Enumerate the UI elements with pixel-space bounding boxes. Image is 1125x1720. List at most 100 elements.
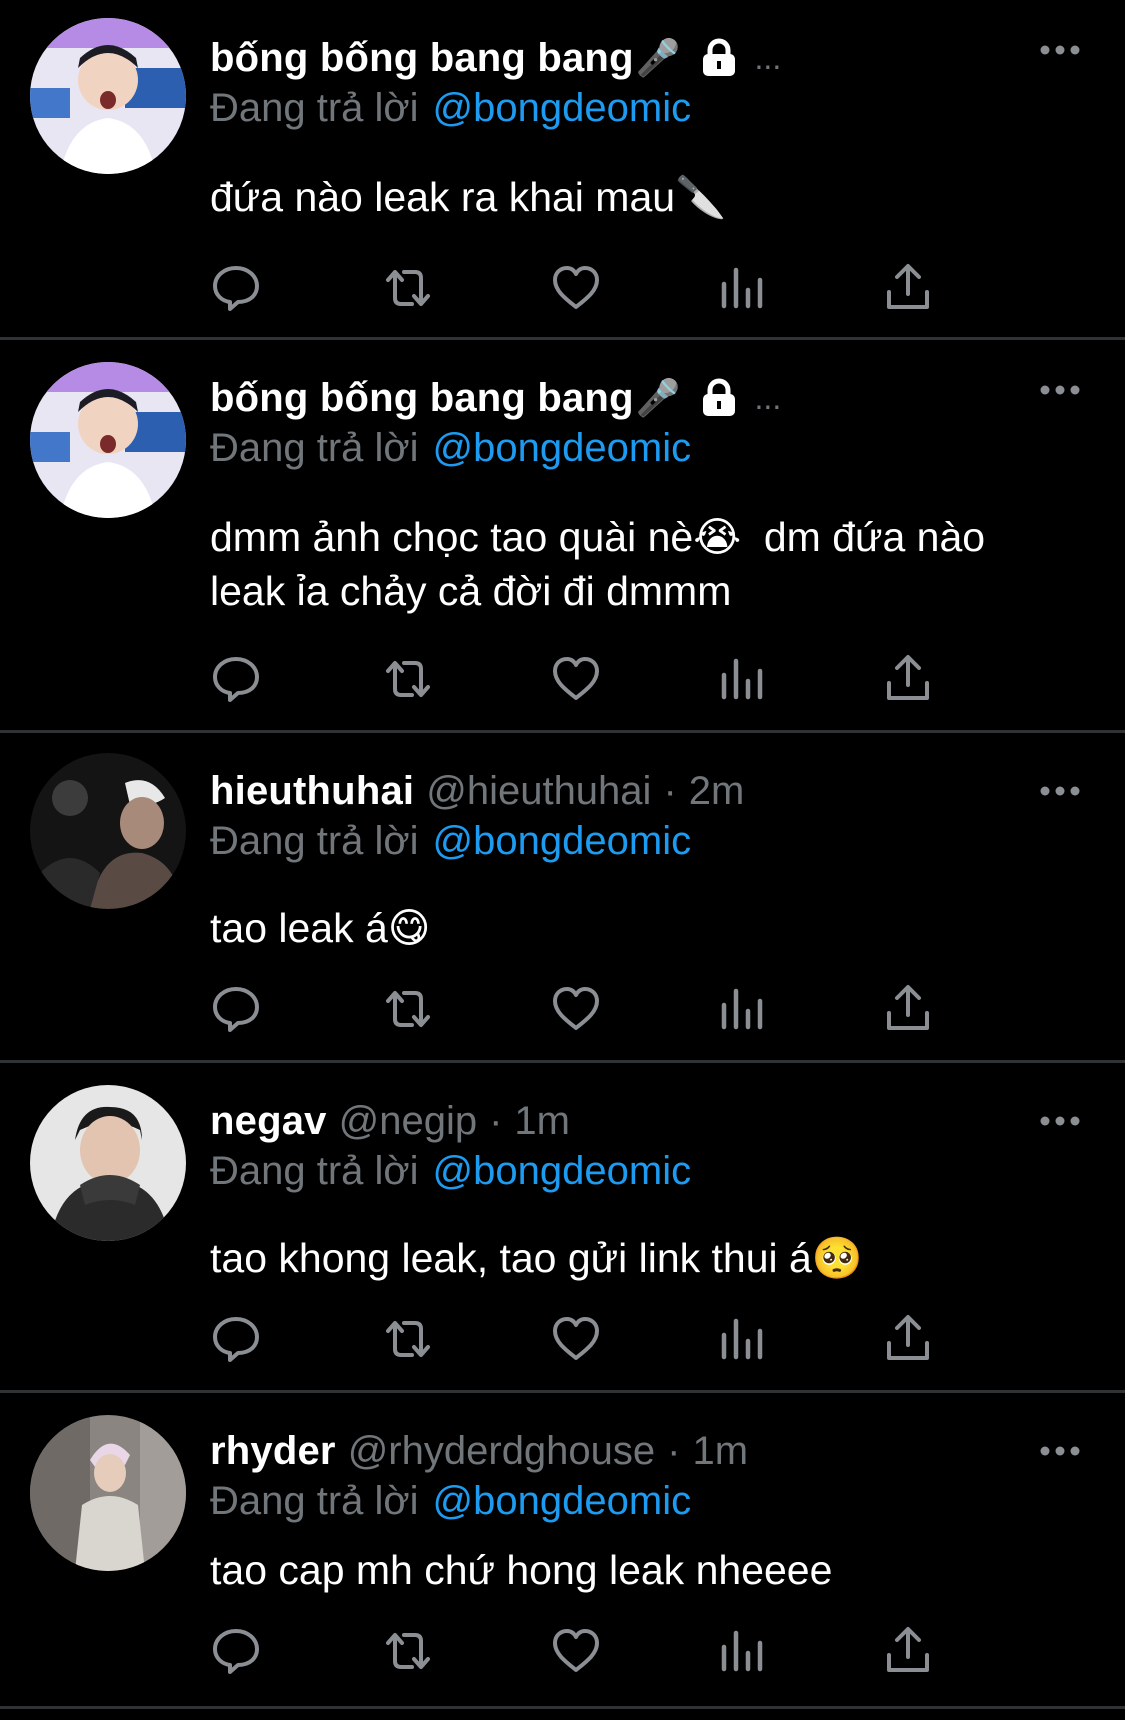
tweet[interactable]: hieuthuhai @hieuthuhai · 2m Đang trả lời… (0, 733, 1125, 1063)
reply-prefix: Đang trả lời (210, 86, 419, 130)
avatar-image (30, 753, 186, 909)
separator-dot: · (663, 768, 677, 813)
reply-button[interactable] (210, 262, 262, 314)
tweet[interactable]: negav @negip · 1m Đang trả lời @bongdeomi… (0, 1063, 1125, 1393)
user-handle[interactable]: @hieuthuhai (426, 769, 651, 814)
avatar[interactable] (30, 753, 186, 909)
avatar[interactable] (30, 362, 186, 518)
share-icon (887, 655, 929, 700)
display-name[interactable]: hieuthuhai (210, 769, 414, 814)
like-button[interactable] (550, 983, 602, 1035)
reply-button[interactable] (210, 983, 262, 1035)
separator-dot: · (667, 1428, 681, 1473)
more-icon[interactable] (1040, 1446, 1080, 1456)
action-bar (210, 1625, 1010, 1677)
avatar[interactable] (30, 1415, 186, 1571)
share-icon (887, 1315, 929, 1360)
reply-button[interactable] (210, 653, 262, 705)
display-name[interactable]: bống bống bang bang (210, 36, 634, 81)
avatar[interactable] (30, 1085, 186, 1241)
retweet-button[interactable] (382, 983, 434, 1035)
retweet-button[interactable] (382, 1625, 434, 1677)
reply-handle-link[interactable]: @bongdeomic (433, 819, 692, 863)
heart-icon (553, 1317, 599, 1360)
display-name[interactable]: bống bống bang bang (210, 376, 634, 421)
tweet[interactable]: rhyder @rhyderdghouse · 1m Đang trả lời @… (0, 1393, 1125, 1709)
reply-icon (213, 987, 259, 1032)
reply-prefix: Đang trả lời (210, 426, 419, 470)
share-button[interactable] (882, 262, 934, 314)
user-handle[interactable]: @rhyderdghouse (348, 1429, 655, 1474)
reply-icon (213, 1629, 259, 1674)
share-button[interactable] (882, 1313, 934, 1365)
analytics-icon (721, 267, 763, 309)
share-button[interactable] (882, 653, 934, 705)
like-button[interactable] (550, 1625, 602, 1677)
retweet-icon (386, 1633, 430, 1669)
reply-button[interactable] (210, 1313, 262, 1365)
share-button[interactable] (882, 983, 934, 1035)
retweet-button[interactable] (382, 653, 434, 705)
like-button[interactable] (550, 653, 602, 705)
reply-handle-link[interactable]: @bongdeomic (433, 426, 692, 470)
reply-context: Đang trả lời @bongdeomic (210, 819, 691, 864)
share-button[interactable] (882, 1625, 934, 1677)
analytics-icon (721, 658, 763, 700)
reply-prefix: Đang trả lời (210, 819, 419, 863)
tweet-text: tao khong leak, tao gửi link thui á🥺 (210, 1235, 863, 1281)
user-handle[interactable]: @negip (339, 1099, 477, 1144)
views-button[interactable] (716, 1313, 768, 1365)
avatar-image (30, 362, 186, 518)
analytics-icon (721, 1630, 763, 1672)
microphone-emoji: 🎤 (635, 377, 681, 418)
views-button[interactable] (716, 262, 768, 314)
reply-icon (213, 657, 259, 702)
more-icon[interactable] (1040, 385, 1080, 395)
reply-handle-link[interactable]: @bongdeomic (433, 1479, 692, 1523)
analytics-icon (721, 1318, 763, 1360)
more-icon[interactable] (1040, 45, 1080, 55)
reply-icon (213, 1317, 259, 1362)
tweet-text: tao cap mh chứ hong leak nheeee (210, 1547, 833, 1593)
like-button[interactable] (550, 1313, 602, 1365)
reply-prefix: Đang trả lời (210, 1149, 419, 1193)
action-bar (210, 983, 1010, 1035)
views-button[interactable] (716, 1625, 768, 1677)
heart-icon (553, 987, 599, 1030)
separator-dot: · (489, 1098, 503, 1143)
reply-context: Đang trả lời @bongdeomic (210, 1479, 691, 1524)
like-button[interactable] (550, 262, 602, 314)
tweet-text: dmm ảnh chọc tao quài nè😭 dm đứa nào lea… (210, 514, 997, 614)
reply-prefix: Đang trả lời (210, 1479, 419, 1523)
views-button[interactable] (716, 653, 768, 705)
avatar-image (30, 1085, 186, 1241)
share-icon (887, 985, 929, 1030)
tweet[interactable]: bống bống bang bang 🎤 ... Đang trả lời @b… (0, 0, 1125, 340)
timestamp[interactable]: 1m (514, 1099, 570, 1144)
truncation-ellipsis: ... (754, 39, 782, 76)
reply-handle-link[interactable]: @bongdeomic (433, 86, 692, 130)
reply-context: Đang trả lời @bongdeomic (210, 86, 691, 131)
retweet-button[interactable] (382, 262, 434, 314)
tweet-text: tao leak á😋 (210, 905, 431, 951)
retweet-button[interactable] (382, 1313, 434, 1365)
timestamp[interactable]: 1m (693, 1429, 749, 1474)
more-icon[interactable] (1040, 786, 1080, 796)
retweet-icon (386, 661, 430, 697)
reply-handle-link[interactable]: @bongdeomic (433, 1149, 692, 1193)
more-icon[interactable] (1040, 1116, 1080, 1126)
lock-icon (699, 38, 739, 78)
reply-context: Đang trả lời @bongdeomic (210, 426, 691, 471)
retweet-icon (386, 270, 430, 306)
views-button[interactable] (716, 983, 768, 1035)
avatar-image (30, 18, 186, 174)
display-name[interactable]: negav (210, 1099, 327, 1144)
reply-button[interactable] (210, 1625, 262, 1677)
action-bar (210, 1313, 1010, 1365)
avatar[interactable] (30, 18, 186, 174)
tweet[interactable]: bống bống bang bang 🎤 ... Đang trả lời @b… (0, 340, 1125, 733)
display-name[interactable]: rhyder (210, 1429, 336, 1474)
action-bar (210, 653, 1010, 705)
analytics-icon (721, 988, 763, 1030)
timestamp[interactable]: 2m (689, 769, 745, 814)
